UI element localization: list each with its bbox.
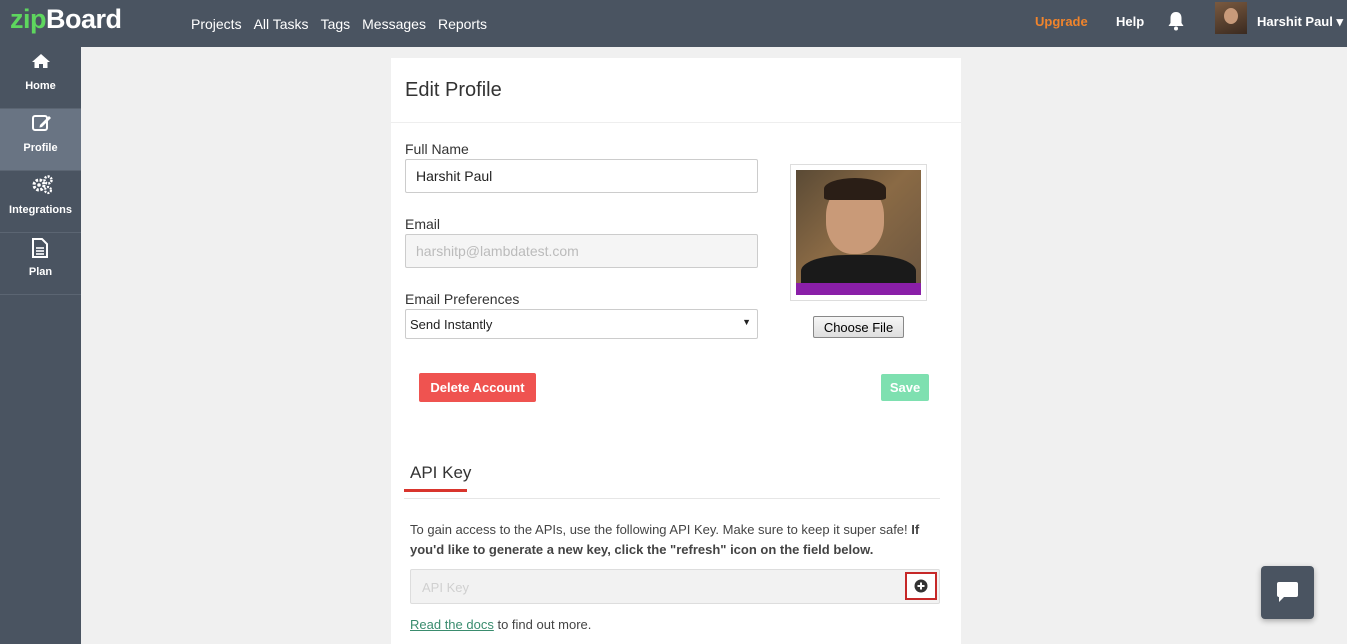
bell-icon[interactable] <box>1167 11 1185 31</box>
api-key-field[interactable]: API Key <box>410 569 940 604</box>
email-label: Email <box>405 216 441 232</box>
nav-messages[interactable]: Messages <box>362 16 426 32</box>
edit-icon <box>32 115 51 131</box>
avatar <box>796 170 921 295</box>
full-name-label: Full Name <box>405 141 469 157</box>
email-preferences-select[interactable]: Send Instantly ▼ <box>405 309 758 339</box>
choose-file-button[interactable]: Choose File <box>813 316 904 338</box>
top-navbar: zipBoard Projects All Tasks Tags Message… <box>0 0 1347 47</box>
refresh-api-key-button[interactable] <box>905 572 937 600</box>
main-nav: Projects All Tasks Tags Messages Reports <box>191 16 499 32</box>
delete-account-button[interactable]: Delete Account <box>419 373 536 402</box>
chat-widget-button[interactable] <box>1261 566 1314 619</box>
nav-tags[interactable]: Tags <box>321 16 351 32</box>
edit-profile-card: Edit Profile Full Name Email Email Prefe… <box>391 58 961 644</box>
profile-photo <box>790 164 927 301</box>
sidebar: Home Profile Integrations Plan <box>0 47 81 644</box>
sidebar-item-integrations[interactable]: Integrations <box>0 171 81 233</box>
gears-icon <box>32 175 53 195</box>
document-icon <box>32 238 48 258</box>
tab-api-key[interactable]: API Key <box>410 463 471 483</box>
sidebar-item-profile[interactable]: Profile <box>0 109 81 171</box>
email-preferences-label: Email Preferences <box>405 291 520 307</box>
active-tab-indicator <box>404 489 467 492</box>
zipboard-logo[interactable]: zipBoard <box>10 4 122 34</box>
sidebar-item-plan[interactable]: Plan <box>0 233 81 295</box>
nav-all-tasks[interactable]: All Tasks <box>254 16 309 32</box>
chat-bubble-icon <box>1277 582 1298 602</box>
nav-projects[interactable]: Projects <box>191 16 242 32</box>
full-name-field[interactable] <box>405 159 758 193</box>
api-description: To gain access to the APIs, use the foll… <box>410 522 920 557</box>
email-field <box>405 234 758 268</box>
nav-reports[interactable]: Reports <box>438 16 487 32</box>
user-avatar[interactable] <box>1215 2 1247 34</box>
dropdown-arrow-icon: ▼ <box>742 317 751 327</box>
divider <box>404 498 940 499</box>
upgrade-link[interactable]: Upgrade <box>1035 14 1088 29</box>
home-icon <box>32 54 50 68</box>
read-docs-link[interactable]: Read the docs <box>410 617 494 632</box>
plus-circle-icon <box>914 579 928 593</box>
page-title: Edit Profile <box>405 79 502 101</box>
user-menu[interactable]: Harshit Paul ▾ <box>1257 14 1343 30</box>
card-header: Edit Profile <box>391 58 961 123</box>
chevron-down-icon: ▾ <box>1336 14 1344 29</box>
sidebar-item-home[interactable]: Home <box>0 47 81 109</box>
docs-line: Read the docs to find out more. <box>410 617 592 632</box>
help-link[interactable]: Help <box>1116 14 1144 29</box>
save-button[interactable]: Save <box>881 374 929 401</box>
